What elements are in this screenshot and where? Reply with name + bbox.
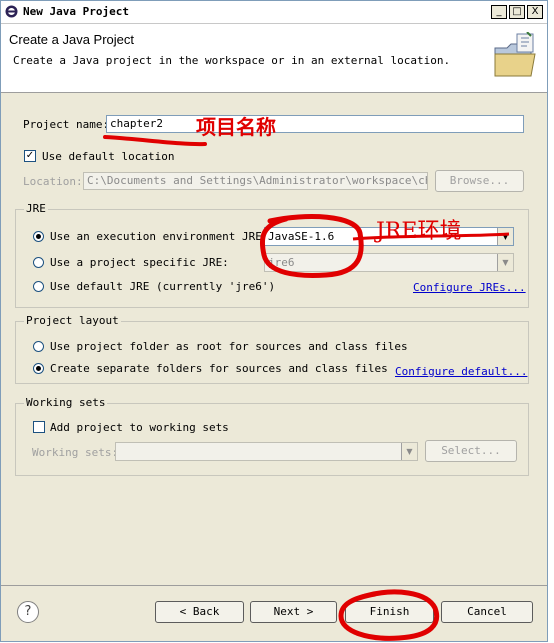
page-title: Create a Java Project — [9, 32, 135, 47]
add-to-working-sets-label: Add project to working sets — [50, 421, 229, 434]
dropdown-arrow-icon[interactable]: ▼ — [497, 254, 513, 271]
annotation-underline-jre — [352, 232, 510, 241]
dropdown-arrow-icon[interactable]: ▼ — [401, 443, 417, 460]
new-project-folder-icon — [494, 32, 536, 77]
separate-folders-label: Create separate folders for sources and … — [50, 362, 388, 375]
use-default-location-checkbox[interactable]: ✓ — [24, 150, 36, 162]
window-title: New Java Project — [23, 5, 129, 18]
annotation-circle-jre — [259, 214, 364, 278]
configure-jres-link[interactable]: Configure JREs... — [413, 281, 526, 294]
close-button[interactable]: X — [527, 5, 543, 19]
exec-env-label: Use an execution environment JRE: — [50, 230, 269, 243]
title-bar[interactable]: New Java Project _ □ X — [1, 1, 547, 24]
minimize-button[interactable]: _ — [491, 5, 507, 19]
project-specific-jre-radio[interactable] — [33, 257, 44, 268]
wizard-banner: Create a Java Project Create a Java proj… — [1, 24, 547, 93]
project-layout-group-title: Project layout — [24, 314, 121, 327]
annotation-underline-project-name — [103, 135, 207, 147]
default-jre-radio[interactable] — [33, 281, 44, 292]
dialog-window: New Java Project _ □ X Create a Java Pro… — [0, 0, 548, 642]
project-root-radio[interactable] — [33, 341, 44, 352]
jre-group-title: JRE — [24, 202, 48, 215]
default-jre-label: Use default JRE (currently 'jre6') — [50, 280, 276, 293]
add-to-working-sets-checkbox[interactable] — [33, 421, 45, 433]
location-label: Location: — [23, 175, 83, 188]
project-specific-jre-label: Use a project specific JRE: — [50, 256, 229, 269]
eclipse-icon — [5, 5, 18, 18]
configure-default-link[interactable]: Configure default... — [395, 365, 527, 378]
select-working-sets-button[interactable]: Select... — [425, 440, 517, 462]
annotation-circle-finish — [338, 589, 440, 641]
project-name-label: Project name: — [23, 118, 110, 131]
working-sets-select[interactable]: ▼ — [115, 442, 418, 461]
exec-env-radio[interactable] — [33, 231, 44, 242]
help-icon[interactable]: ? — [17, 601, 39, 623]
next-button[interactable]: Next > — [250, 601, 337, 623]
footer-separator — [1, 585, 547, 586]
working-sets-label: Working sets: — [32, 446, 119, 459]
maximize-button[interactable]: □ — [509, 5, 525, 19]
working-sets-group-title: Working sets — [24, 396, 108, 409]
project-root-label: Use project folder as root for sources a… — [50, 340, 408, 353]
browse-button[interactable]: Browse... — [435, 170, 524, 192]
page-description: Create a Java project in the workspace o… — [13, 54, 451, 67]
cancel-button[interactable]: Cancel — [441, 601, 533, 623]
back-button[interactable]: < Back — [155, 601, 244, 623]
location-input[interactable]: C:\Documents and Settings\Administrator\… — [83, 172, 428, 190]
separate-folders-radio[interactable] — [33, 363, 44, 374]
use-default-location-label: Use default location — [42, 150, 175, 163]
